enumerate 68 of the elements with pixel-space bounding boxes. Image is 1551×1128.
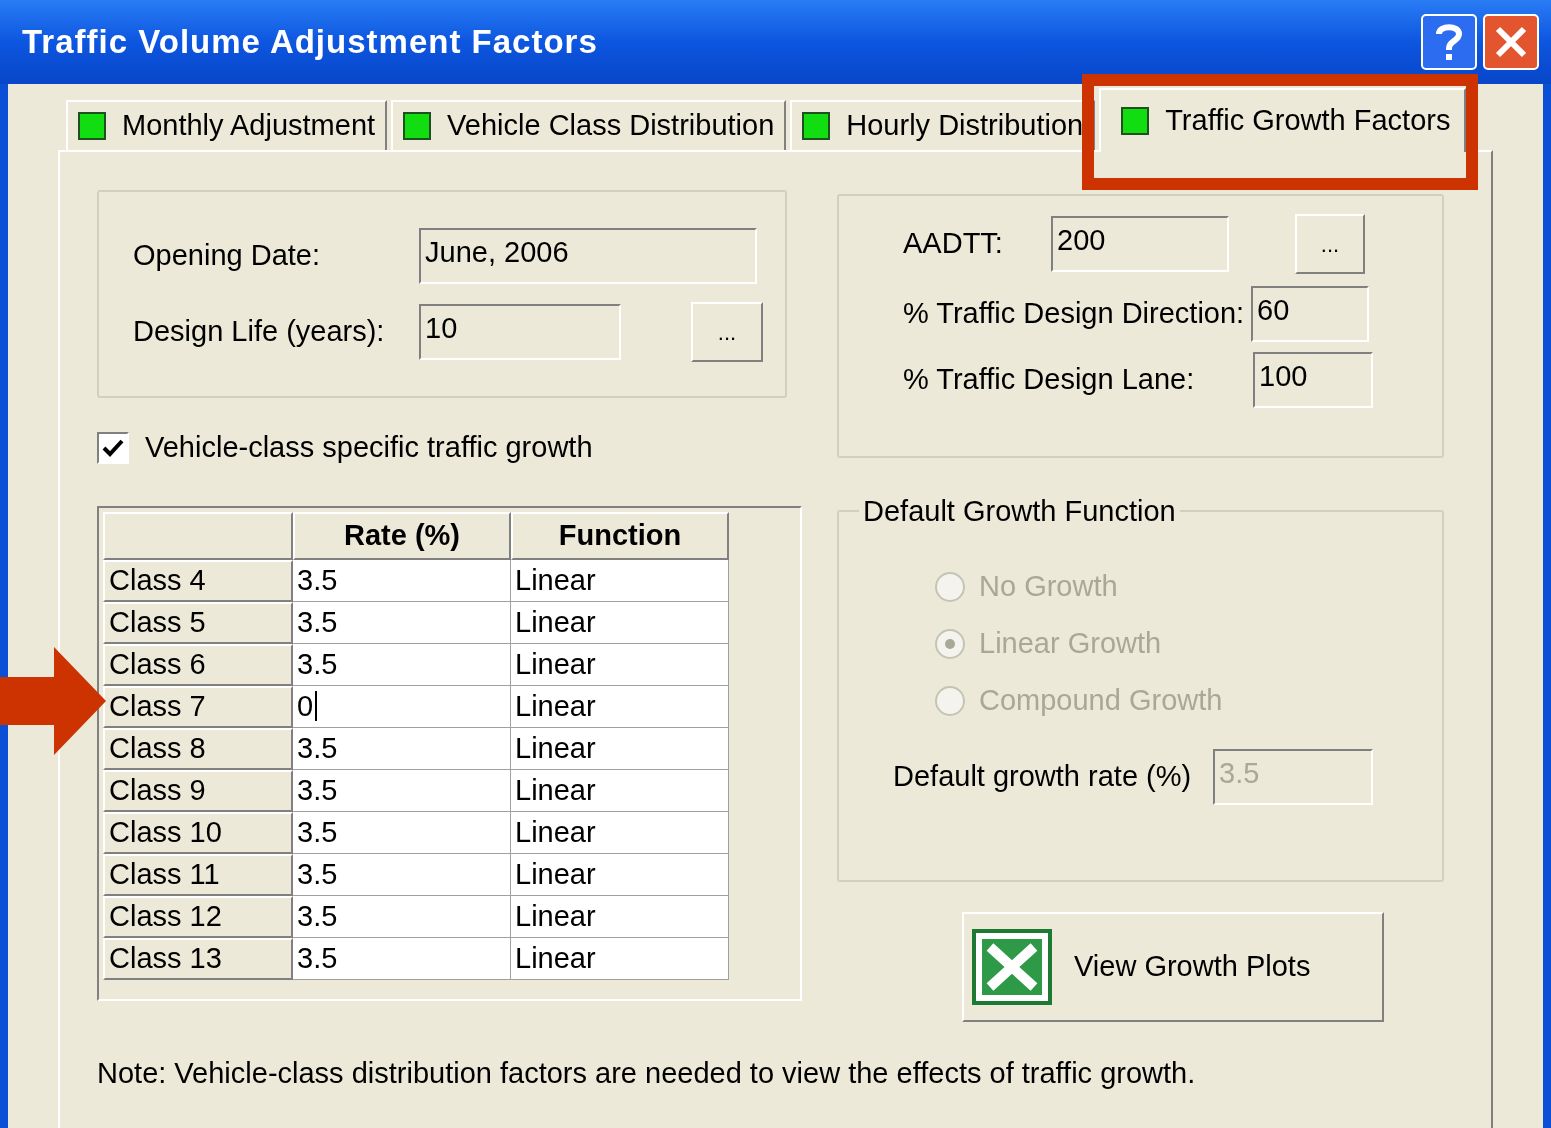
table-cell: Linear [511,811,729,854]
tab[interactable]: Monthly Adjustment [66,100,388,150]
help-button[interactable] [1421,14,1477,70]
text-cursor [315,691,318,721]
row-header: Class 7 [103,685,293,728]
spreadsheet-icon [972,929,1052,1005]
table-cell: Linear [511,853,729,896]
row-header: Class 8 [103,727,293,770]
direction-field[interactable]: 60 [1251,286,1369,342]
field-label: Default growth rate (%) [893,759,1193,795]
radio-label: Linear Growth [979,625,1162,661]
table-cell[interactable]: 3.5 [293,937,511,980]
table-cell: Linear [511,727,729,770]
table-cell[interactable]: 3.5 [293,853,511,896]
row-header: Class 11 [103,853,293,896]
table-cell[interactable]: 3.5 [293,895,511,938]
field-label: Design Life (years): [133,314,386,350]
table-cell: Linear [511,643,729,686]
window-title: Traffic Volume Adjustment Factors [22,22,599,63]
aadtt-field[interactable]: 200 [1051,216,1229,272]
radio-label: Compound Growth [979,682,1223,718]
column-header: Function [511,511,729,560]
close-icon [1494,25,1528,59]
table-cell[interactable]: 0 [293,685,511,728]
column-header: Rate (%) [293,511,511,560]
row-header: Class 13 [103,937,293,980]
row-header: Class 6 [103,643,293,686]
view-plots-button[interactable]: View Growth Plots [962,912,1384,1022]
check-icon [102,437,124,458]
status-square-icon [78,112,106,140]
table-cell[interactable]: 3.5 [293,601,511,644]
status-square-icon [1121,107,1150,135]
tab[interactable]: Hourly Distribution [790,100,1096,150]
tab[interactable]: Vehicle Class Distribution [391,100,787,150]
row-header: Class 5 [103,601,293,644]
table-cell[interactable]: 3.5 [293,727,511,770]
design-life-field[interactable]: 10 [419,304,621,360]
checkbox-label: Vehicle-class specific traffic growth [145,430,593,465]
table-cell: Linear [511,937,729,980]
status-square-icon [403,112,432,140]
table-cell: Linear [511,601,729,644]
table-cell[interactable]: 3.5 [293,811,511,854]
field-label: AADTT: [903,226,1004,262]
browse-button[interactable]: ... [691,302,763,362]
field-label: Opening Date: [133,238,321,274]
browse-button[interactable]: ... [1295,214,1365,274]
table-cell: Linear [511,559,729,602]
field-label: % Traffic Design Lane: [903,362,1196,398]
note-text: Note: Vehicle-class distribution factors are needed to view the effects of traffic growth. [97,1056,1197,1091]
table-cell[interactable]: 3.5 [293,559,511,602]
tab[interactable]: Traffic Growth Factors [1099,88,1467,152]
help-icon [1436,23,1462,61]
table-cell: Linear [511,769,729,812]
lane-field[interactable]: 100 [1253,352,1373,408]
opening-date-field[interactable]: June, 2006 [419,228,757,284]
row-header: Class 4 [103,559,293,602]
table-cell: Linear [511,895,729,938]
checkbox[interactable] [97,431,129,464]
row-header: Class 12 [103,895,293,938]
field-label: % Traffic Design Direction: [903,296,1246,332]
row-header: Class 10 [103,811,293,854]
table-cell[interactable]: 3.5 [293,769,511,812]
close-button[interactable] [1483,14,1539,70]
radio-label: No Growth [979,568,1118,604]
table-cell[interactable]: 3.5 [293,643,511,686]
status-square-icon [802,112,831,140]
table-cell: Linear [511,685,729,728]
row-header: Class 9 [103,769,293,812]
